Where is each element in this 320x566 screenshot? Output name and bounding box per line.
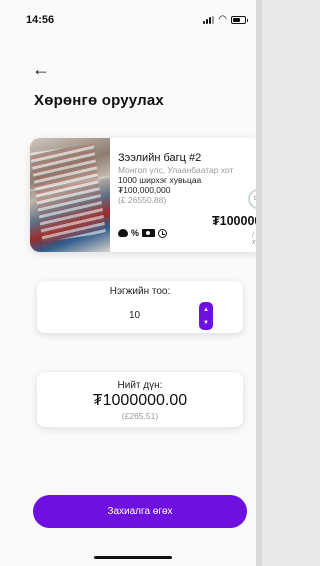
quantity-input[interactable]: 10	[129, 310, 140, 321]
progress-ring: 0%	[248, 189, 262, 209]
wifi-icon: ◠	[218, 14, 227, 25]
item-price: ₮100000.00	[212, 214, 262, 228]
item-thumbnail	[30, 138, 110, 252]
progress-label: 0%	[254, 196, 262, 202]
home-indicator[interactable]	[94, 556, 172, 559]
quantity-label: Нэгжийн тоо:	[109, 286, 171, 297]
decrement-button[interactable]: ▼	[199, 316, 213, 329]
item-features: %	[118, 228, 168, 238]
item-shares: 1000 ширхэг хувьцаа	[118, 175, 202, 185]
back-arrow-icon[interactable]: ←	[32, 60, 50, 78]
item-name: Зээлийн багц #2	[118, 152, 202, 164]
chevron-up-icon: ▲	[203, 306, 209, 313]
chevron-down-icon: ▼	[203, 319, 209, 326]
status-bar: 14:56 ◠	[0, 0, 256, 34]
status-time: 14:56	[26, 14, 55, 26]
total-card: Нийт дүн: ₮1000000.00 (£265.51)	[37, 372, 243, 427]
battery-icon	[231, 16, 248, 24]
total-gbp: (£265.51)	[121, 411, 159, 421]
item-amount: ₮100,000,000	[118, 185, 171, 195]
place-order-button[interactable]: Захиалга өгөх	[33, 495, 247, 528]
increment-button[interactable]: ▲	[199, 303, 213, 316]
piggy-bank-icon	[118, 229, 128, 237]
clock-icon	[158, 228, 168, 238]
page-title: Хөрөнгө оруулах	[34, 92, 164, 109]
phone-screen: 14:56 ◠ ← Хөрөнгө оруулах Зээлийн багц #…	[0, 0, 262, 566]
item-info: Зээлийн багц #2 Монгол улс, Улаанбаатар …	[118, 152, 256, 205]
quantity-card: Нэгжийн тоо: 10 ▲ ▼	[37, 281, 243, 333]
item-price-unit: /хувьцаа	[252, 232, 262, 246]
quantity-stepper[interactable]: ▲ ▼	[199, 302, 213, 330]
investment-item-card[interactable]: Зээлийн багц #2 Монгол улс, Улаанбаатар …	[30, 138, 262, 252]
item-address: Монгол улс, Улаанбаатар хот	[118, 165, 234, 175]
status-icons: ◠	[203, 14, 248, 25]
signal-icon	[203, 16, 215, 24]
item-amount-gbp: (£ 26550.88)	[118, 195, 167, 205]
cash-icon	[142, 229, 156, 237]
total-label: Нийт дүн:	[117, 380, 163, 391]
percent-icon: %	[131, 228, 140, 238]
total-value: ₮1000000.00	[92, 392, 188, 409]
